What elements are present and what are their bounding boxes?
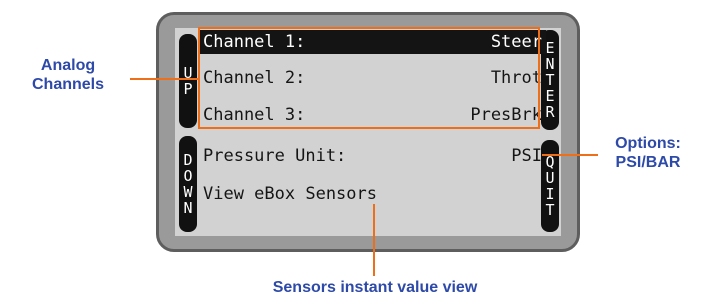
button-letter: Q [545,153,555,171]
button-letter: N [183,199,193,217]
pressure-unit-value: PSI [511,146,542,166]
down-button[interactable]: DOWN [179,136,197,232]
button-letter: D [183,151,193,169]
button-letter: W [183,183,193,201]
sensors-connector-line [373,204,375,276]
analog-callout-line-2: Channels [31,76,104,93]
button-letter: R [545,103,555,121]
button-letter: O [183,167,193,185]
button-letter: T [545,201,555,219]
menu-item-view-sensors[interactable]: View eBox Sensors [200,182,546,206]
button-letter: E [545,87,555,105]
button-letter: N [545,55,555,73]
up-button[interactable]: UP [179,34,197,128]
channels-highlight-frame [198,27,540,129]
options-connector-line [542,154,598,156]
analog-channels-callout: Analog Channels [8,56,128,94]
button-letter: I [545,185,555,203]
view-sensors-label: View eBox Sensors [203,184,377,204]
button-letter: E [545,39,555,57]
menu-item-pressure-unit[interactable]: Pressure Unit: PSI [200,144,546,168]
pressure-unit-label: Pressure Unit: [203,146,347,166]
button-letter: P [183,80,193,98]
options-callout-line-1: Options: [615,135,681,152]
analog-connector-line [130,78,200,80]
options-callout-line-2: PSI/BAR [615,154,681,171]
sensors-callout: Sensors instant value view [272,279,478,296]
button-letter: T [545,71,555,89]
options-callout: Options: PSI/BAR [598,134,698,172]
analog-callout-line-1: Analog [40,57,96,74]
button-letter: U [545,169,555,187]
